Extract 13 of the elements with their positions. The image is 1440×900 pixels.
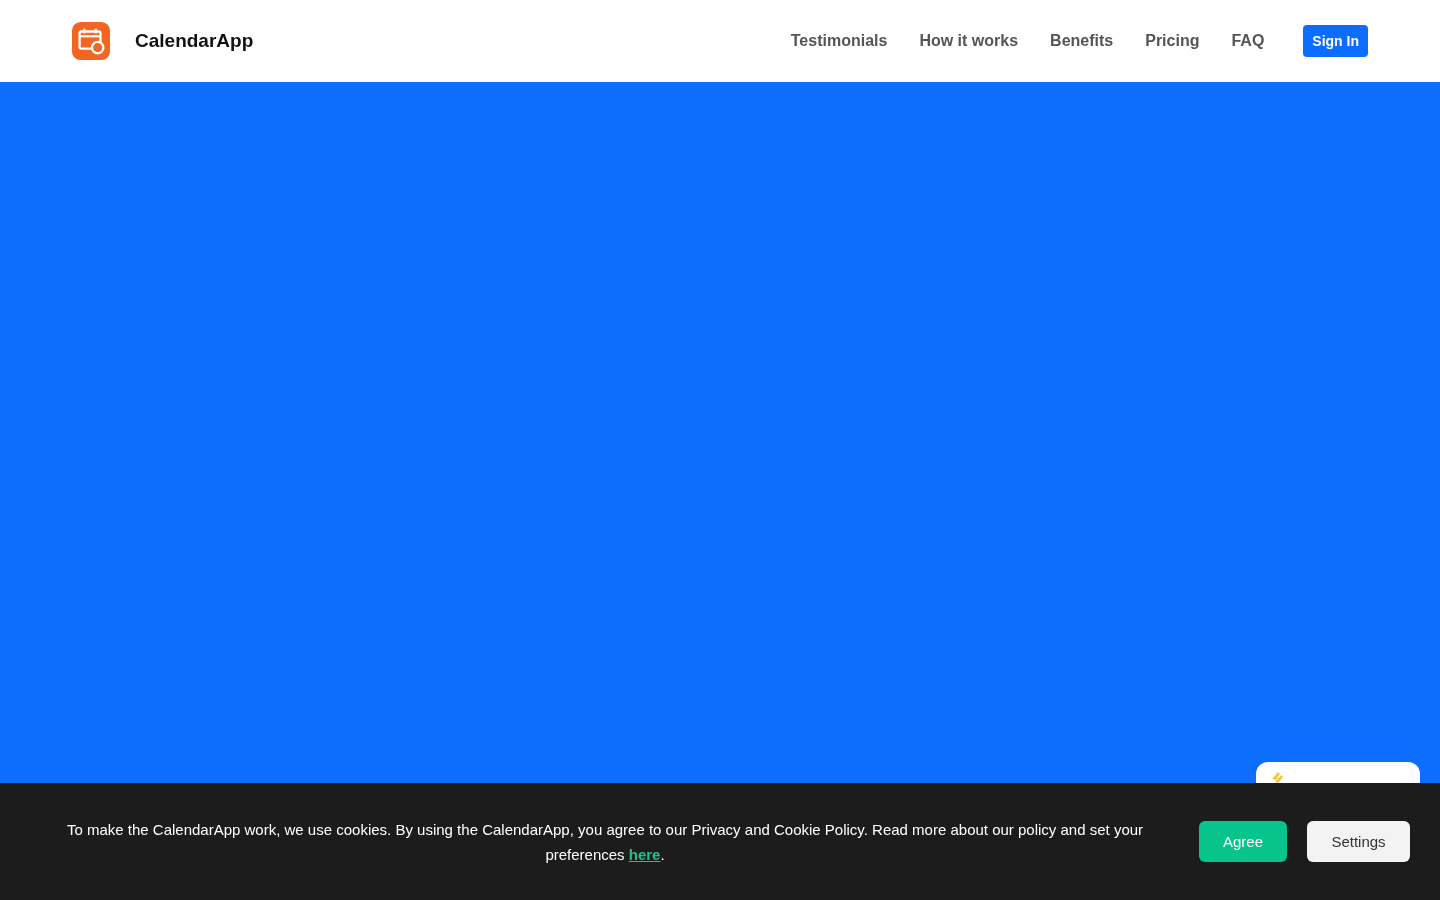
- settings-button[interactable]: Settings: [1307, 821, 1410, 862]
- policy-link[interactable]: here: [628, 845, 661, 863]
- calendar-logo-icon[interactable]: [72, 22, 110, 60]
- nav-link[interactable]: Benefits: [1050, 32, 1114, 50]
- sign-in-button[interactable]: Sign In: [1303, 25, 1368, 57]
- nav-link[interactable]: Testimonials: [790, 32, 888, 50]
- nav-link[interactable]: FAQ: [1231, 32, 1265, 50]
- brand-name[interactable]: CalendarApp: [135, 30, 254, 52]
- waving-hand-icon: [1272, 772, 1283, 783]
- nav-link[interactable]: How it works: [919, 32, 1019, 50]
- nav-link[interactable]: Pricing: [1145, 32, 1200, 50]
- cookie-message: To make the CalendarApp work, we use cookies. By using the CalendarApp, you agree to our Privacy and Cookie Policy. Read more about our policy and set your preferences here.: [65, 819, 1145, 865]
- chat-bubble[interactable]: [1256, 762, 1420, 783]
